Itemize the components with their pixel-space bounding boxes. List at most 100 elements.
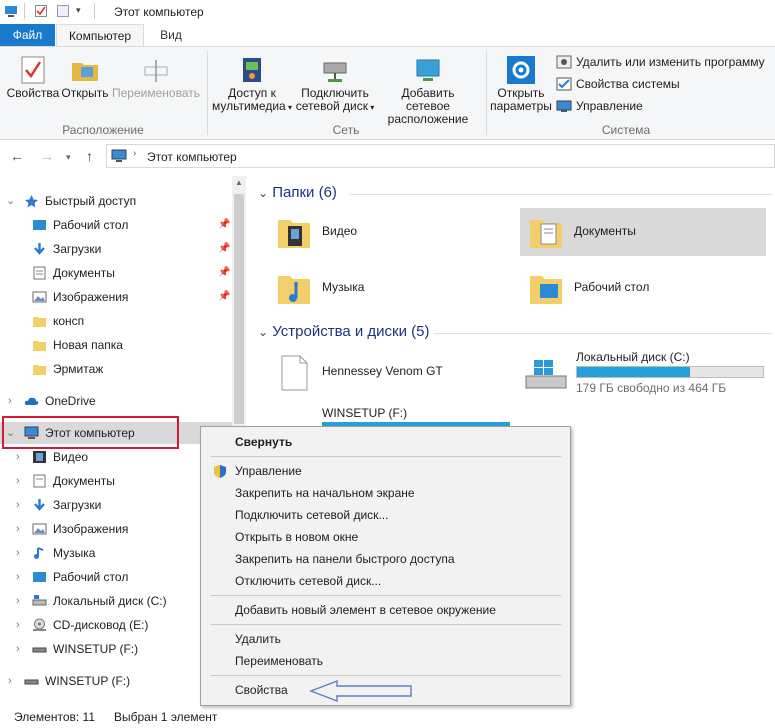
windows-drive-icon <box>525 360 567 389</box>
nav-label: Новая папка <box>53 338 123 352</box>
chevron-down-icon: ⌄ <box>258 325 269 339</box>
nav-label: Видео <box>53 450 89 464</box>
system-properties-icon <box>556 77 572 91</box>
folder-tile-desktop[interactable]: Рабочий стол <box>520 264 766 312</box>
nav-label: WINSETUP (F:) <box>45 674 131 688</box>
pin-icon[interactable]: 📌 <box>218 214 230 236</box>
group-network-label: Сеть <box>332 123 360 137</box>
usb-drive-icon <box>32 647 47 653</box>
properties-icon <box>21 56 45 84</box>
tab-view[interactable]: Вид <box>148 24 194 46</box>
folder-tile-music[interactable]: Музыка <box>268 264 508 312</box>
menu-item-rename[interactable]: Переименовать <box>235 651 323 671</box>
menu-item-open-new-window[interactable]: Открыть в новом окне <box>235 527 358 547</box>
item-count: Элементов: 11 <box>14 710 95 724</box>
open-settings-button[interactable]: Открыть параметры <box>490 55 552 113</box>
customize-quick-access-icon[interactable]: ▾ <box>76 5 81 16</box>
nav-label: консп <box>53 314 85 328</box>
device-tile-local-disk[interactable]: Локальный диск (C:) 179 ГБ свободно из 4… <box>520 348 766 400</box>
menu-item-add-network[interactable]: Добавить новый элемент в сетевое окружен… <box>235 600 496 620</box>
uninstall-label: Удалить или изменить программу <box>576 55 765 69</box>
device-tile-winsetup[interactable]: WINSETUP (F:) <box>268 402 510 426</box>
device-tile-hennessey[interactable]: Hennessey Venom GT <box>268 348 508 396</box>
new-folder-quick-icon[interactable] <box>56 4 70 18</box>
hard-drive-icon <box>32 595 47 606</box>
network-location-icon <box>416 59 440 81</box>
pointer-arrow-annotation <box>309 679 412 703</box>
tile-label: WINSETUP (F:) <box>322 406 408 420</box>
menu-item-map-drive[interactable]: Подключить сетевой диск... <box>235 505 388 525</box>
chevron-right-icon: › <box>16 571 20 583</box>
folder-icon <box>33 341 46 351</box>
nav-label: Локальный диск (C:) <box>53 594 167 608</box>
scroll-up-icon[interactable]: ▲ <box>235 178 243 187</box>
pin-icon[interactable]: 📌 <box>218 286 230 308</box>
devices-section-header[interactable]: ⌄ Устройства и диски (5) <box>258 323 430 340</box>
nav-label: Документы <box>53 266 115 280</box>
chevron-right-icon: › <box>16 523 20 535</box>
properties-quick-icon[interactable] <box>34 4 48 18</box>
settings-gear-icon <box>507 56 535 84</box>
address-path: Этот компьютер <box>147 150 237 164</box>
menu-item-pin-quick-access[interactable]: Закрепить на панели быстрого доступа <box>235 549 455 569</box>
computer-icon <box>5 6 17 17</box>
group-system-label: Система <box>601 123 651 137</box>
pin-icon[interactable]: 📌 <box>218 238 230 260</box>
menu-separator <box>211 675 561 676</box>
nav-label: OneDrive <box>45 394 96 408</box>
back-icon[interactable]: ← <box>10 148 24 164</box>
map-label-1: Подключить <box>301 86 369 100</box>
chevron-right-icon: › <box>16 499 20 511</box>
ribbon-separator <box>486 51 487 135</box>
nav-label: Быстрый доступ <box>45 194 137 208</box>
menu-item-pin-start[interactable]: Закрепить на начальном экране <box>235 483 415 503</box>
menu-item-delete[interactable]: Удалить <box>235 629 281 649</box>
ribbon: Свойства Открыть Переименовать Расположе… <box>0 46 775 140</box>
settings-label-2: параметры <box>490 99 552 113</box>
menu-item-collapse[interactable]: Свернуть <box>235 432 292 452</box>
video-icon <box>33 451 46 463</box>
folders-section-header[interactable]: ⌄ Папки (6) <box>258 184 337 201</box>
media-label-1: Доступ к <box>228 86 276 100</box>
folder-tile-documents[interactable]: Документы <box>520 208 766 256</box>
pin-icon[interactable]: 📌 <box>218 262 230 284</box>
chevron-down-icon: ⌄ <box>258 186 269 200</box>
tile-label: Рабочий стол <box>574 280 650 294</box>
map-network-drive-button[interactable]: Подключить сетевой диск ▾ <box>294 55 376 114</box>
forward-icon[interactable]: → <box>40 148 54 164</box>
recent-locations-icon[interactable]: ▾ <box>66 152 71 163</box>
add-network-location-button[interactable]: Добавить сетевое расположение <box>378 55 478 126</box>
music-folder-icon <box>278 276 310 304</box>
chevron-right-icon: › <box>16 595 20 607</box>
folder-tile-videos[interactable]: Видео <box>268 208 508 256</box>
up-icon[interactable]: ↑ <box>86 148 93 164</box>
tab-file[interactable]: Файл <box>0 24 55 46</box>
menu-item-disconnect-drive[interactable]: Отключить сетевой диск... <box>235 571 381 591</box>
chevron-right-icon: › <box>16 475 20 487</box>
chevron-right-icon: › <box>16 619 20 631</box>
tile-label: Hennessey Venom GT <box>322 364 443 378</box>
nav-label: Изображения <box>53 290 129 304</box>
address-bar: ← → ▾ ↑ › Этот компьютер <box>0 142 775 170</box>
menu-item-properties[interactable]: Свойства <box>235 680 288 700</box>
properties-button[interactable]: Свойства <box>6 55 60 100</box>
download-icon <box>34 499 45 511</box>
nav-label: Рабочий стол <box>53 218 129 232</box>
rename-button[interactable]: Переименовать <box>112 55 200 100</box>
uninstall-icon <box>556 55 572 69</box>
tile-label: Документы <box>574 224 636 238</box>
open-button[interactable]: Открыть <box>60 55 110 100</box>
scrollbar-thumb[interactable] <box>234 194 244 424</box>
address-field[interactable]: › Этот компьютер <box>106 144 775 168</box>
add-label-1: Добавить сетевое <box>401 86 455 113</box>
tile-label: Видео <box>322 224 358 238</box>
manage-label: Управление <box>576 99 643 113</box>
picture-icon <box>32 523 47 535</box>
nav-label: WINSETUP (F:) <box>53 642 139 656</box>
nav-label: Загрузки <box>53 242 102 256</box>
tab-computer[interactable]: Компьютер <box>56 24 144 46</box>
media-access-button[interactable]: Доступ к мультимедиа ▾ <box>212 55 292 114</box>
menu-item-manage[interactable]: Управление <box>235 461 302 481</box>
status-bar: Элементов: 11 Выбран 1 элемент <box>0 706 775 728</box>
menu-separator <box>211 456 561 457</box>
